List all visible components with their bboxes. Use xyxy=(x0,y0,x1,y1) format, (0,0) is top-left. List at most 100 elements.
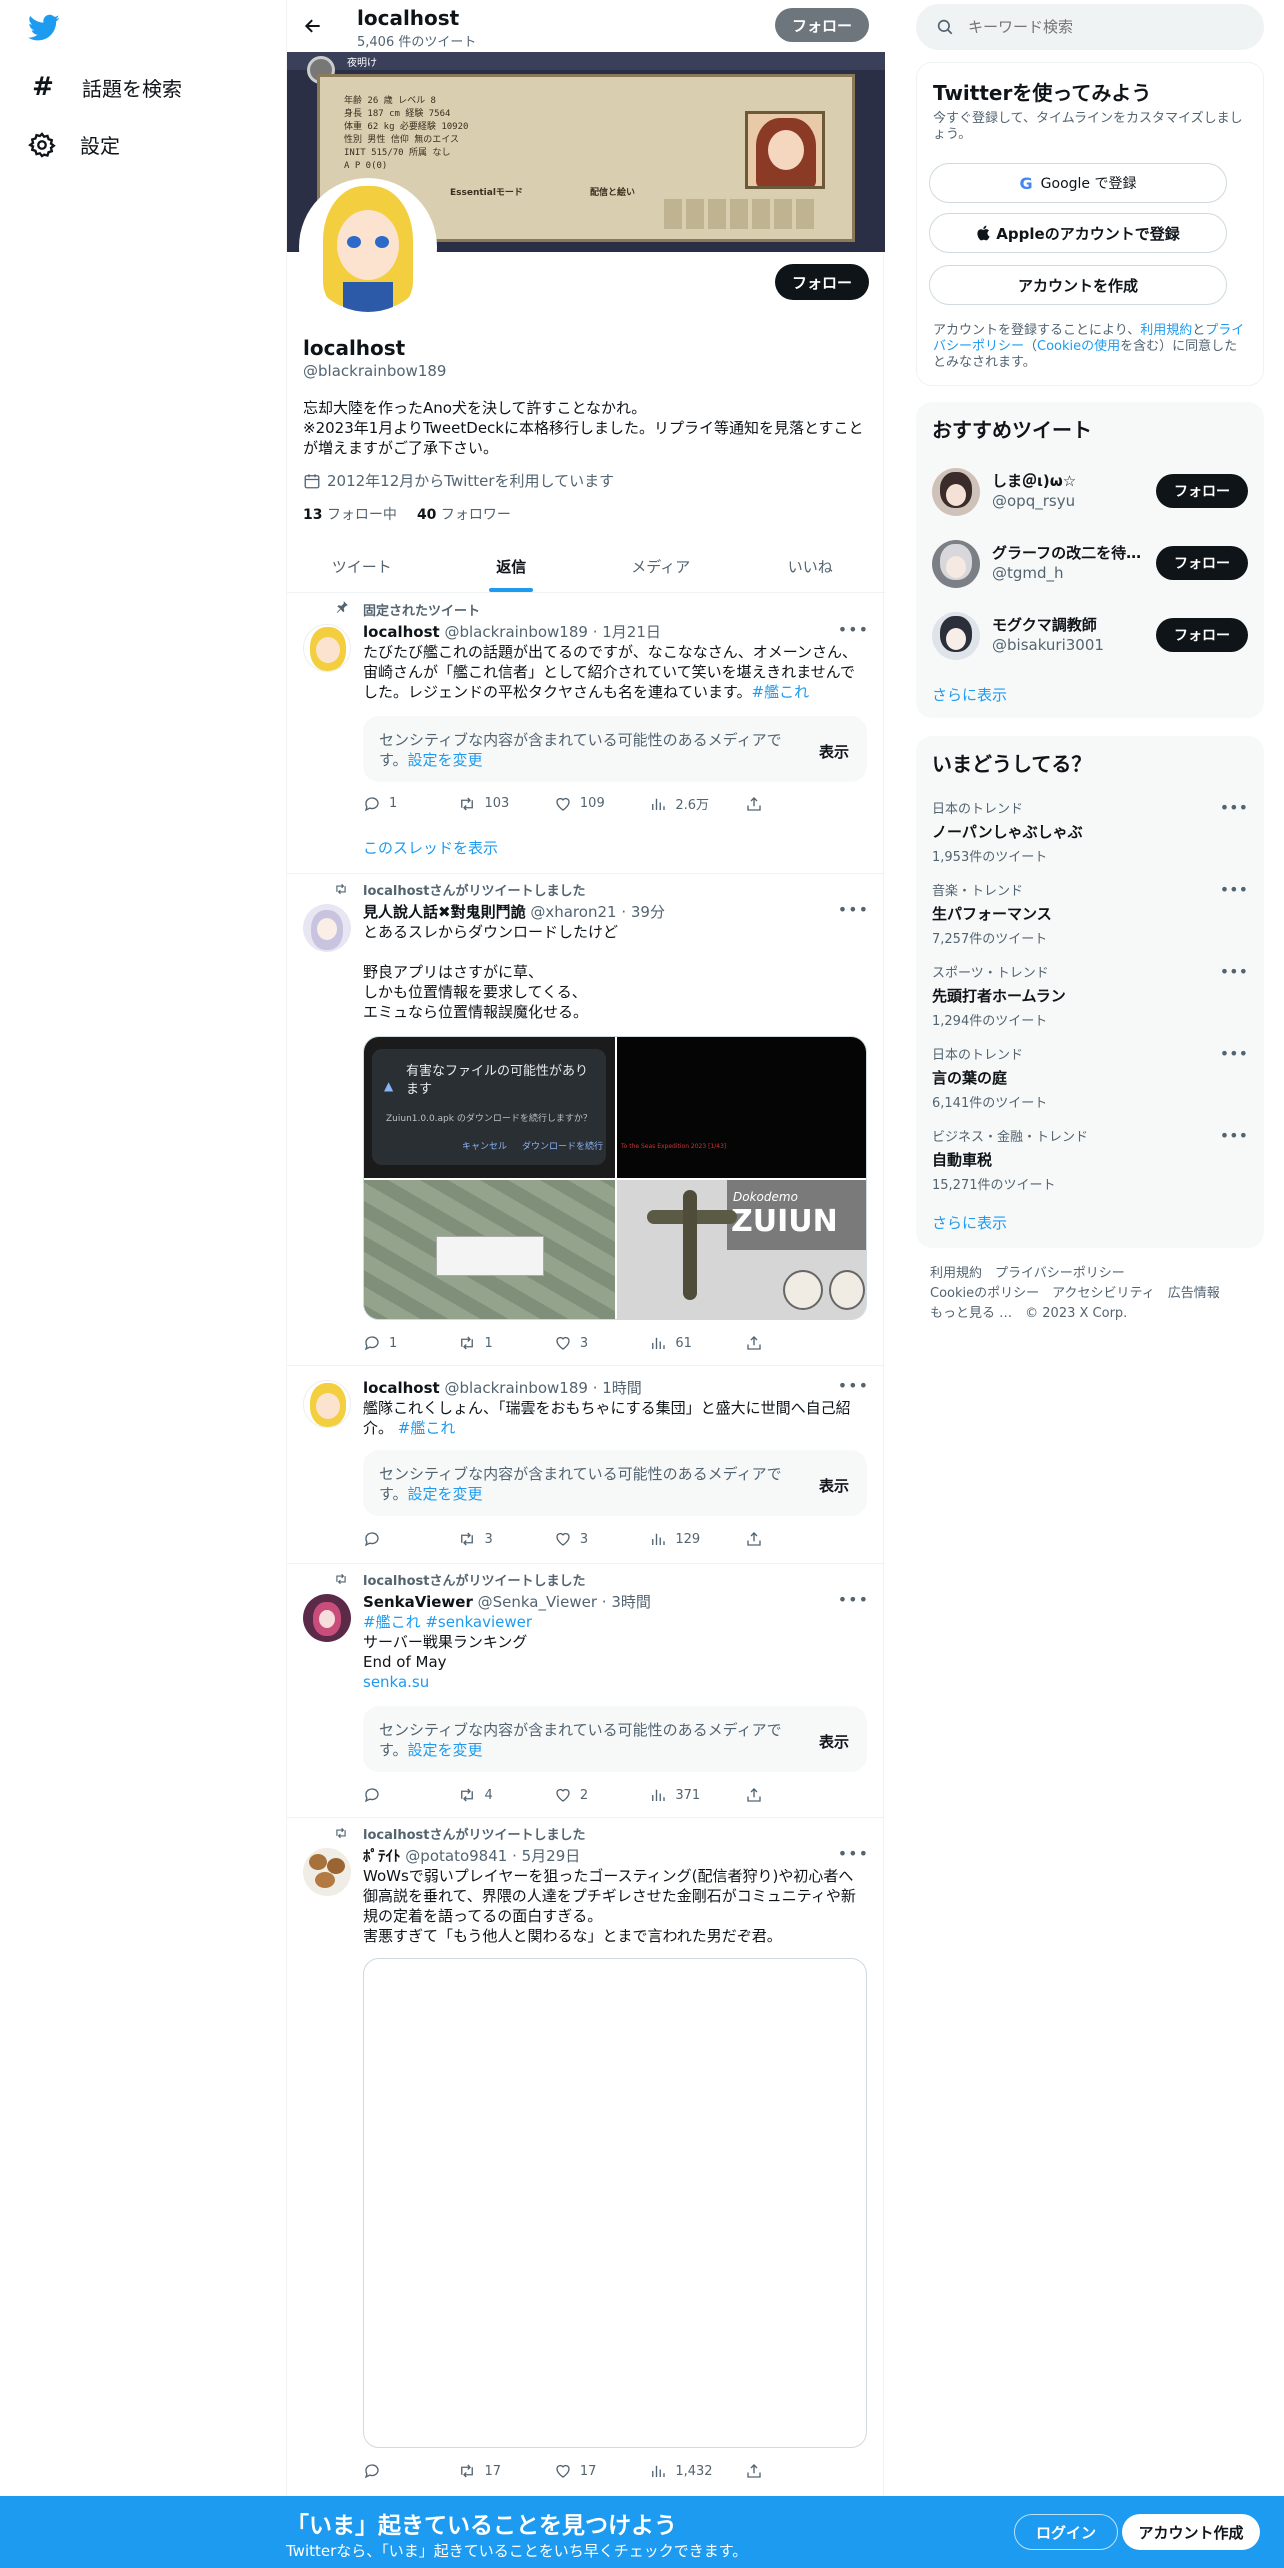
more-icon[interactable]: ••• xyxy=(1220,798,1248,817)
tweet-hashtag[interactable]: #艦これ xyxy=(398,1419,456,1437)
media-image-2[interactable]: To the Seas Expedition 2023 [1/43] xyxy=(617,1037,866,1178)
header-follow-button[interactable]: フォロー xyxy=(775,8,869,42)
media-placeholder[interactable] xyxy=(363,1958,867,2448)
tweet-handle[interactable]: @Senka_Viewer xyxy=(478,1593,597,1611)
recommend-user[interactable]: モグクマ調教師 @bisakuri3001 フォロー xyxy=(916,604,1264,676)
show-thread-link[interactable]: このスレッドを表示 xyxy=(363,838,498,858)
tweet-handle[interactable]: @blackrainbow189 xyxy=(444,1379,587,1397)
apple-signup-button[interactable]: Appleのアカウントで登録 xyxy=(929,213,1227,253)
trend-item[interactable]: 音楽・トレンド 生パフォーマンス 7,257件のツイート ••• xyxy=(932,880,1248,947)
change-settings-link[interactable]: 設定を変更 xyxy=(408,751,483,769)
reply-button[interactable]: 1 xyxy=(363,1334,458,1352)
avatar[interactable] xyxy=(303,904,351,952)
search-input[interactable] xyxy=(968,18,1238,36)
change-settings-link[interactable]: 設定を変更 xyxy=(408,1741,483,1759)
trend-item[interactable]: 日本のトレンド 言の葉の庭 6,141件のツイート ••• xyxy=(932,1044,1248,1111)
recommend-user[interactable]: しま＠ι)ω☆ @opq_rsyu フォロー xyxy=(916,460,1264,532)
show-media-button[interactable]: 表示 xyxy=(819,1732,849,1752)
tab-likes[interactable]: いいね xyxy=(736,540,886,592)
trend-item[interactable]: スポーツ・トレンド 先頭打者ホームラン 1,294件のツイート ••• xyxy=(932,962,1248,1029)
like-button[interactable]: 17 xyxy=(554,2462,649,2480)
tweet-time[interactable]: 3時間 xyxy=(611,1593,651,1611)
tweet-author-name[interactable]: localhost xyxy=(363,623,440,641)
footer-terms-link[interactable]: 利用規約 xyxy=(930,1266,982,1281)
terms-link[interactable]: 利用規約 xyxy=(1140,323,1192,338)
tweet-pinned[interactable]: 固定されたツイート localhost @blackrainbow189 · 1… xyxy=(287,594,885,874)
followers-link[interactable]: 40 フォロワー xyxy=(417,504,511,524)
follow-button[interactable]: フォロー xyxy=(1156,546,1248,580)
more-icon[interactable]: ••• xyxy=(838,900,869,919)
views-button[interactable]: 129 xyxy=(649,1530,744,1548)
follow-button[interactable]: フォロー xyxy=(1156,618,1248,652)
search-box[interactable] xyxy=(916,4,1264,50)
reply-button[interactable]: 1 xyxy=(363,794,458,813)
signup-button[interactable]: アカウント作成 xyxy=(1122,2514,1260,2550)
more-icon[interactable]: ••• xyxy=(838,1844,869,1863)
follow-button[interactable]: フォロー xyxy=(1156,474,1248,508)
more-icon[interactable]: ••• xyxy=(1220,1044,1248,1063)
tweet-author-name[interactable]: ﾎﾟﾃｲﾄ xyxy=(363,1847,401,1865)
tweet-retweet-images[interactable]: localhostさんがリツイートしました 見人說人話✖對鬼則鬥詭 @xharo… xyxy=(287,874,885,1366)
google-signup-button[interactable]: G Google で登録 xyxy=(929,163,1227,203)
like-button[interactable]: 109 xyxy=(554,794,649,813)
tweet-link[interactable]: senka.su xyxy=(363,1672,867,1692)
share-button[interactable] xyxy=(745,794,783,813)
share-button[interactable] xyxy=(745,1530,783,1548)
more-icon[interactable]: ••• xyxy=(838,1590,869,1609)
avatar[interactable] xyxy=(303,1848,351,1896)
more-icon[interactable]: ••• xyxy=(1220,1126,1248,1145)
retweet-button[interactable]: 1 xyxy=(458,1334,553,1352)
like-button[interactable]: 2 xyxy=(554,1786,649,1804)
following-link[interactable]: 13 フォロー中 xyxy=(303,504,397,524)
tweet-potato[interactable]: localhostさんがリツイートしました ﾎﾟﾃｲﾄ @potato9841 … xyxy=(287,1818,885,2496)
more-icon[interactable]: ••• xyxy=(838,1376,869,1395)
media-image-3[interactable] xyxy=(364,1180,615,1319)
reply-button[interactable] xyxy=(363,2462,458,2480)
share-button[interactable] xyxy=(745,1786,783,1804)
tweet-hashtags[interactable]: #艦これ #senkaviewer xyxy=(363,1612,867,1632)
footer-privacy-link[interactable]: プライバシーポリシー xyxy=(995,1266,1125,1281)
retweet-button[interactable]: 4 xyxy=(458,1786,553,1804)
share-button[interactable] xyxy=(745,1334,783,1352)
like-button[interactable]: 3 xyxy=(554,1530,649,1548)
retweet-button[interactable]: 103 xyxy=(458,794,553,813)
tweet-time[interactable]: 1時間 xyxy=(602,1379,642,1397)
cookie-link[interactable]: Cookieの使用 xyxy=(1037,339,1120,354)
recommend-show-more[interactable]: さらに表示 xyxy=(932,684,1007,705)
share-button[interactable] xyxy=(745,2462,783,2480)
twitter-logo-icon[interactable] xyxy=(28,14,60,42)
footer-more-link[interactable]: もっと見る … xyxy=(930,1306,1012,1321)
create-account-button[interactable]: アカウントを作成 xyxy=(929,265,1227,305)
trends-show-more[interactable]: さらに表示 xyxy=(932,1212,1007,1233)
show-media-button[interactable]: 表示 xyxy=(819,742,849,762)
avatar[interactable] xyxy=(303,1380,351,1428)
footer-cookie-link[interactable]: Cookieのポリシー xyxy=(930,1286,1039,1301)
back-arrow-icon[interactable] xyxy=(303,16,323,36)
profile-follow-button[interactable]: フォロー xyxy=(775,264,869,300)
tweet-time[interactable]: 1月21日 xyxy=(602,623,661,641)
tweet-handle[interactable]: @potato9841 xyxy=(405,1847,507,1865)
tweet-senkaviewer[interactable]: localhostさんがリツイートしました SenkaViewer @Senka… xyxy=(287,1564,885,1818)
nav-settings[interactable]: 設定 xyxy=(28,130,120,159)
views-button[interactable]: 61 xyxy=(649,1334,744,1352)
tweet-handle[interactable]: @blackrainbow189 xyxy=(444,623,587,641)
retweet-button[interactable]: 17 xyxy=(458,2462,553,2480)
avatar[interactable] xyxy=(303,624,351,672)
tweet-author-name[interactable]: localhost xyxy=(363,1379,440,1397)
tweet-author-name[interactable]: SenkaViewer xyxy=(363,1593,473,1611)
footer-ads-link[interactable]: 広告情報 xyxy=(1168,1286,1220,1301)
views-button[interactable]: 371 xyxy=(649,1786,744,1804)
reply-button[interactable] xyxy=(363,1786,458,1804)
tweet-time[interactable]: 39分 xyxy=(631,903,665,921)
tweet-handle[interactable]: @xharon21 xyxy=(530,903,616,921)
more-icon[interactable]: ••• xyxy=(1220,962,1248,981)
more-icon[interactable]: ••• xyxy=(1220,880,1248,899)
avatar[interactable] xyxy=(303,1594,351,1642)
views-button[interactable]: 1,432 xyxy=(649,2462,744,2480)
trend-item[interactable]: 日本のトレンド ノーパンしゃぶしゃぶ 1,953件のツイート ••• xyxy=(932,798,1248,865)
trend-item[interactable]: ビジネス・金融・トレンド 自動車税 15,271件のツイート ••• xyxy=(932,1126,1248,1193)
login-button[interactable]: ログイン xyxy=(1014,2514,1118,2550)
recommend-user[interactable]: グラーフの改二を待… @tgmd_h フォロー xyxy=(916,532,1264,604)
tab-media[interactable]: メディア xyxy=(586,540,736,592)
profile-avatar[interactable] xyxy=(299,178,437,316)
